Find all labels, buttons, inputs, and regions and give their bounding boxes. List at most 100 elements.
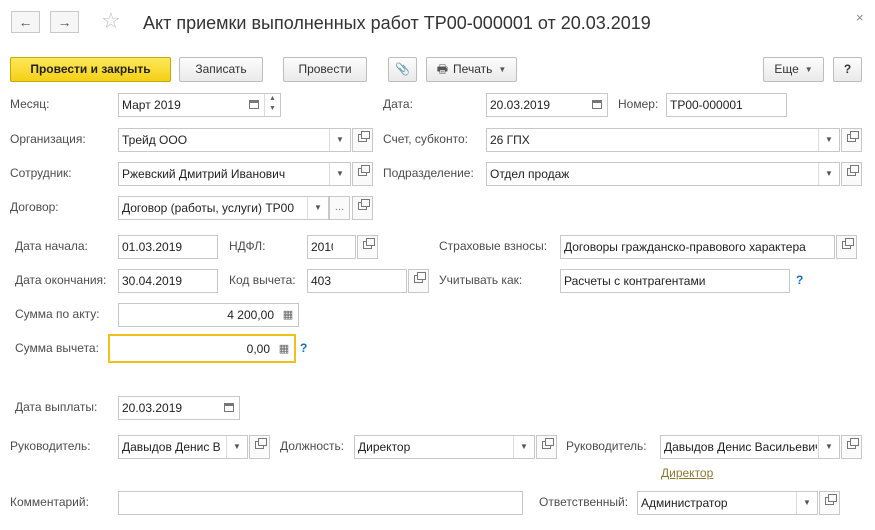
print-label: Печать [453,62,493,76]
calendar-icon[interactable] [587,94,607,116]
open-icon[interactable] [352,128,373,152]
chevron-down-icon[interactable]: ▼ [329,163,350,185]
pay-date-field[interactable]: 20.03.2019 [118,396,240,420]
arrow-left-icon: ← [18,14,33,30]
deduction-sum-field[interactable]: 0,00 ▦ [108,334,296,363]
chevron-down-icon[interactable]: ▼ [796,492,817,514]
insurance-value: Договоры гражданско-правового характера [564,240,806,254]
end-date-field[interactable]: 30.04.2019 [118,269,218,293]
post-button[interactable]: Провести [283,57,367,82]
department-label: Подразделение: [383,166,474,180]
back-button[interactable]: ← [11,11,40,33]
position-field[interactable]: Директор ▼ [354,435,535,459]
responsible-value: Администратор [641,496,728,510]
ndfl-field[interactable]: 2010 [307,235,356,259]
open-icon[interactable] [352,162,373,186]
open-icon[interactable] [841,435,862,459]
responsible-field[interactable]: Администратор ▼ [637,491,818,515]
document-title: Акт приемки выполненных работ ТР00-00000… [143,13,651,33]
calendar-icon[interactable] [219,397,239,419]
chevron-down-icon[interactable]: ▼ [513,436,534,458]
head2-field[interactable]: Давыдов Денис Васильевич ▼ [660,435,840,459]
print-button[interactable]: 🖶 Печать ▼ [426,57,517,82]
account-label: Счет, субконто: [383,132,468,146]
month-stepper[interactable]: ▲ ▼ [264,94,280,116]
calculator-icon[interactable]: ▦ [274,338,294,360]
head2-position-link[interactable]: Директор [661,465,713,481]
paperclip-icon: 📎 [395,62,410,76]
act-sum-value: 4 200,00 [227,308,274,322]
open-icon[interactable] [408,269,429,293]
contract-label: Договор: [10,200,59,214]
attach-button[interactable]: 📎 [388,57,417,82]
number-field[interactable]: ТР00-000001 [666,93,787,117]
open-icon[interactable] [819,491,840,515]
post-and-close-button[interactable]: Провести и закрыть [10,57,171,82]
help-icon[interactable]: ? [300,337,307,359]
employee-field[interactable]: Ржевский Дмитрий Иванович ▼ [118,162,351,186]
comment-field[interactable] [118,491,523,515]
account-value: 26 ГПХ [490,133,530,147]
chevron-down-icon[interactable]: ▼ [226,436,247,458]
chevron-down-icon: ▼ [498,65,507,74]
department-field[interactable]: Отдел продаж ▼ [486,162,840,186]
calculator-icon[interactable]: ▦ [278,304,298,326]
department-value: Отдел продаж [490,167,570,181]
insurance-field[interactable]: Договоры гражданско-правового характера [560,235,835,259]
chevron-down-icon[interactable]: ▼ [329,129,350,151]
select-more-button[interactable]: … [329,196,350,220]
month-label: Месяц: [10,97,50,111]
position-label: Должность: [280,439,345,453]
open-icon[interactable] [841,128,862,152]
deduction-sum-value: 0,00 [246,342,270,356]
month-value: Март 2019 [122,98,181,112]
write-button[interactable]: Записать [179,57,263,82]
forward-button[interactable]: → [50,11,79,33]
deduction-code-label: Код вычета: [229,273,296,287]
calendar-icon[interactable] [244,94,264,116]
deduction-code-field[interactable]: 403 [307,269,407,293]
act-sum-field[interactable]: 4 200,00 ▦ [118,303,299,327]
chevron-down-icon[interactable]: ▼ [818,129,839,151]
employee-label: Сотрудник: [10,166,72,180]
chevron-down-icon[interactable]: ▼ [818,163,839,185]
contract-value: Договор (работы, услуги) ТР00 [122,201,295,215]
contract-field[interactable]: Договор (работы, услуги) ТР00 ▼ [118,196,329,220]
help-icon[interactable]: ? [796,269,803,291]
close-icon[interactable]: × [856,10,864,25]
head2-label: Руководитель: [566,439,647,453]
comment-label: Комментарий: [10,495,89,509]
month-field[interactable]: Март 2019 ▲ ▼ [118,93,281,117]
chevron-down-icon[interactable]: ▼ [307,197,328,219]
account-field[interactable]: 26 ГПХ ▼ [486,128,840,152]
start-date-label: Дата начала: [15,239,88,253]
deduction-sum-label: Сумма вычета: [15,341,99,355]
account-as-field[interactable]: Расчеты с контрагентами [560,269,790,293]
open-icon[interactable] [841,162,862,186]
position-value: Директор [358,440,411,454]
head-field[interactable]: Давыдов Денис В ▼ [118,435,248,459]
arrow-right-icon: → [57,14,72,30]
open-icon[interactable] [536,435,557,459]
employee-value: Ржевский Дмитрий Иванович [122,167,286,181]
date-field[interactable]: 20.03.2019 [486,93,608,117]
organization-field[interactable]: Трейд ООО ▼ [118,128,351,152]
ndfl-value: 2010 [311,240,333,254]
act-sum-label: Сумма по акту: [15,307,100,321]
ndfl-label: НДФЛ: [229,239,266,253]
open-icon[interactable] [836,235,857,259]
more-label: Еще [774,62,799,76]
deduction-code-value: 403 [311,274,332,288]
chevron-down-icon: ▼ [804,65,813,74]
help-button[interactable]: ? [833,57,862,82]
organization-value: Трейд ООО [122,133,188,147]
open-icon[interactable] [249,435,270,459]
end-date-label: Дата окончания: [15,273,107,287]
more-button[interactable]: Еще ▼ [763,57,824,82]
open-icon[interactable] [357,235,378,259]
start-date-field[interactable]: 01.03.2019 [118,235,218,259]
chevron-down-icon[interactable]: ▼ [818,436,839,458]
favorite-star-icon[interactable]: ☆ [101,8,121,34]
end-date-value: 30.04.2019 [122,274,183,288]
open-icon[interactable] [352,196,373,220]
